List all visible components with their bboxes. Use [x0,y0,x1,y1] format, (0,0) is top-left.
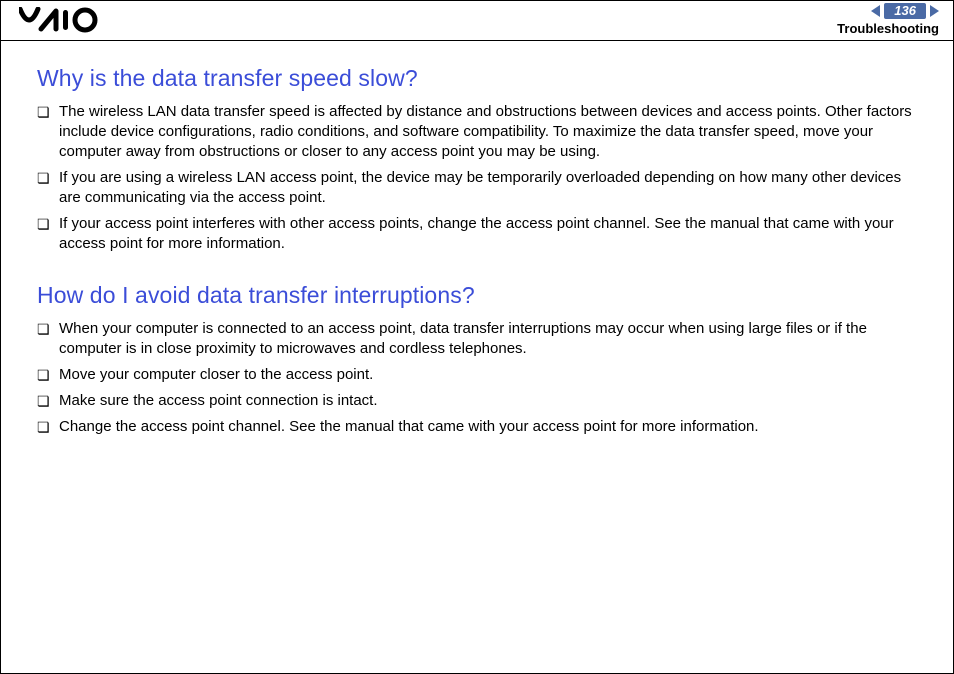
nav-prev-icon[interactable] [871,5,880,17]
section-title: Troubleshooting [837,21,939,36]
document-page: 136 Troubleshooting Why is the data tran… [0,0,954,674]
page-number-badge: 136 [884,3,926,19]
list-item: ❏ Make sure the access point connection … [37,391,917,411]
page-header: 136 Troubleshooting [1,1,953,41]
bullet-icon: ❏ [37,417,59,437]
nav-next-icon[interactable] [930,5,939,17]
list-item-text: Change the access point channel. See the… [59,417,917,437]
bullet-icon: ❏ [37,365,59,385]
bullet-icon: ❏ [37,391,59,411]
vaio-logo [19,7,109,38]
bullet-icon: ❏ [37,102,59,122]
list-item-text: If your access point interferes with oth… [59,214,917,254]
list-item-text: When your computer is connected to an ac… [59,319,917,359]
heading: Why is the data transfer speed slow? [37,65,917,92]
list-item: ❏ If your access point interferes with o… [37,214,917,254]
page-content: Why is the data transfer speed slow? ❏ T… [1,41,953,437]
bullet-icon: ❏ [37,214,59,234]
list-item-text: The wireless LAN data transfer speed is … [59,102,917,162]
list-item: ❏ The wireless LAN data transfer speed i… [37,102,917,162]
bullet-icon: ❏ [37,319,59,339]
list-item: ❏ If you are using a wireless LAN access… [37,168,917,208]
bullet-icon: ❏ [37,168,59,188]
list-item-text: Move your computer closer to the access … [59,365,917,385]
list-item: ❏ Move your computer closer to the acces… [37,365,917,385]
list-item: ❏ Change the access point channel. See t… [37,417,917,437]
page-number-nav: 136 [871,3,939,19]
list-item-text: Make sure the access point connection is… [59,391,917,411]
heading: How do I avoid data transfer interruptio… [37,282,917,309]
list-item: ❏ When your computer is connected to an … [37,319,917,359]
list-item-text: If you are using a wireless LAN access p… [59,168,917,208]
